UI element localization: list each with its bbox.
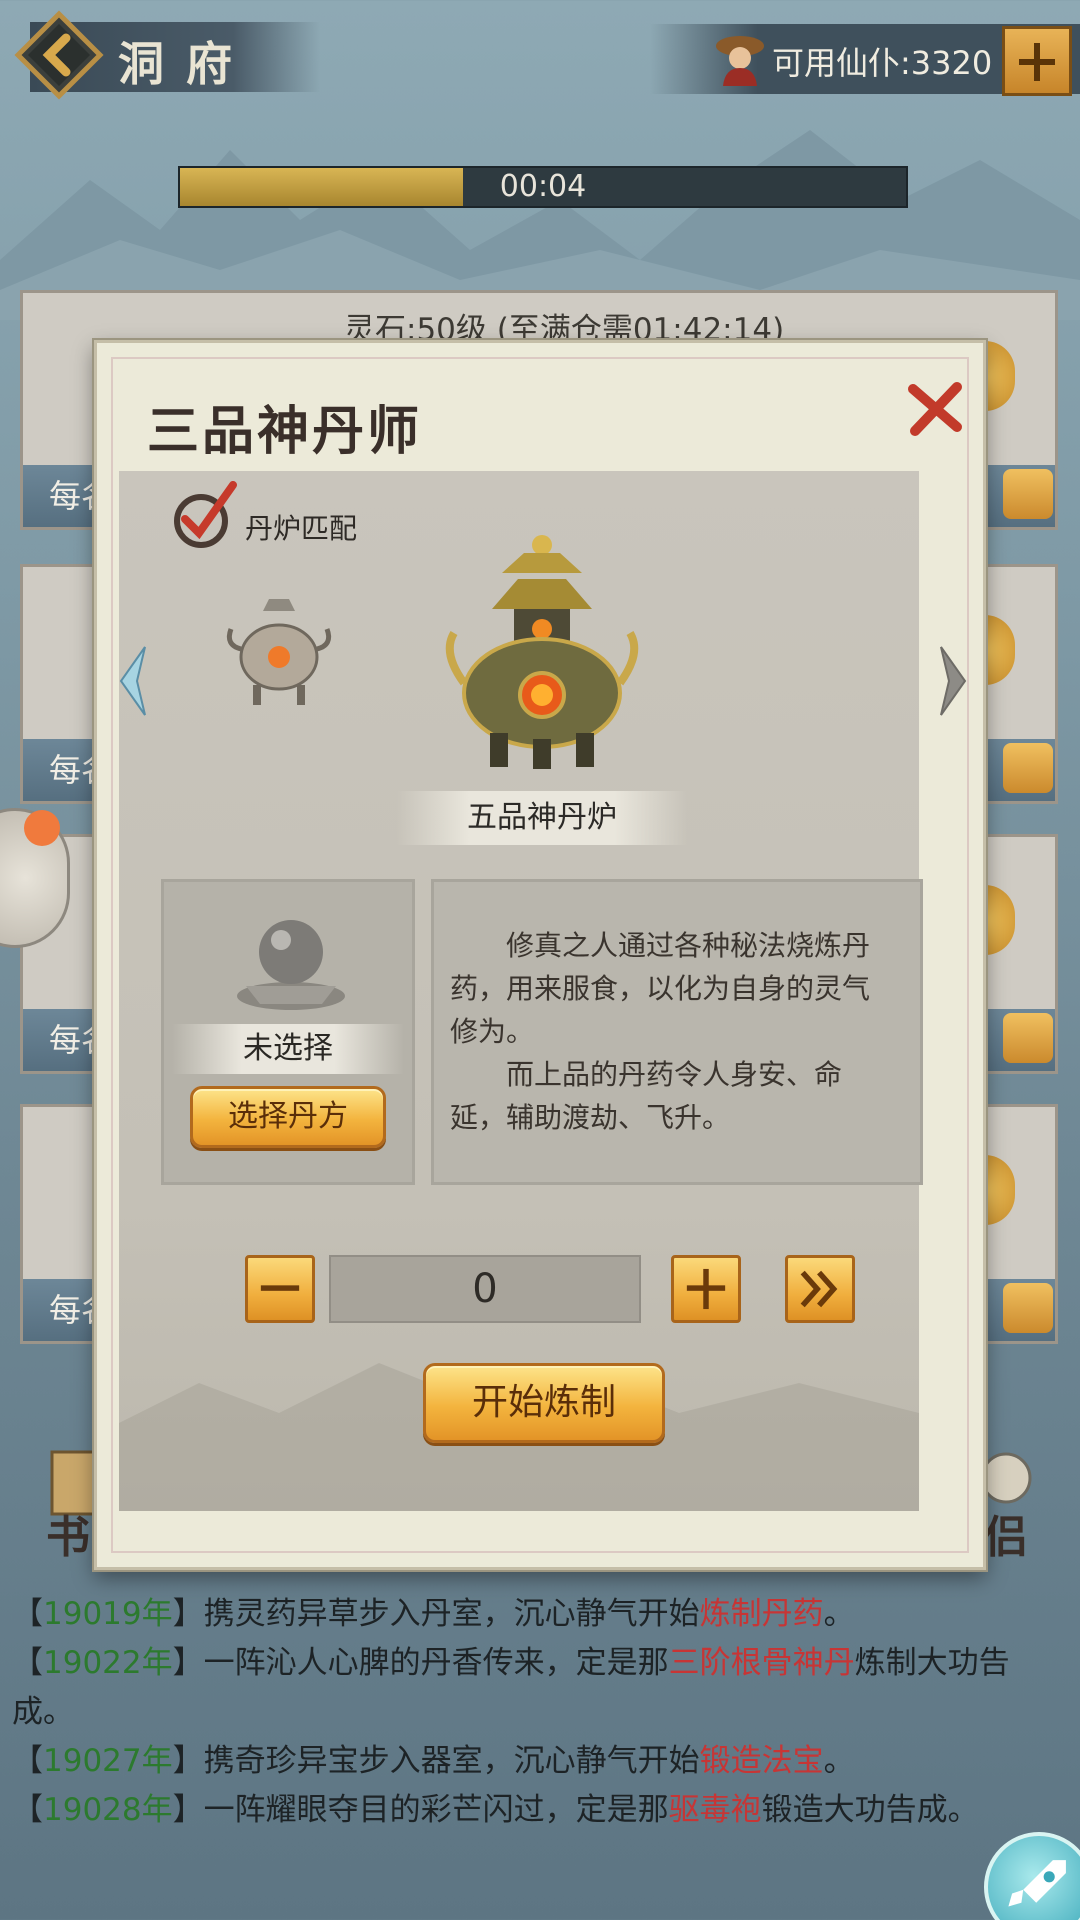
checkmark-icon <box>174 481 237 548</box>
log-year: 19022年 <box>43 1645 173 1681</box>
log-year: 19028年 <box>43 1792 173 1828</box>
notification-dot <box>24 810 60 846</box>
log-highlight: 锻造法宝 <box>699 1743 824 1779</box>
back-arrow-icon[interactable] <box>14 10 104 100</box>
alchemy-furnace-icon[interactable] <box>219 593 339 713</box>
alchemy-dialog: 三品神丹师 丹炉匹配 五品神丹炉 未选择 选择丹方 修真之人通过各种秘法烧炼丹药… <box>94 340 986 1570</box>
card-plus-button[interactable] <box>1003 1013 1053 1063</box>
timer-text: 00:04 <box>499 169 587 204</box>
side-right-label: 侣 <box>984 1512 1028 1558</box>
max-quantity-button[interactable] <box>785 1255 855 1323</box>
increase-button[interactable] <box>671 1255 741 1323</box>
previous-arrow-icon[interactable] <box>115 643 151 719</box>
card-plus-button[interactable] <box>1003 1283 1053 1333</box>
log-entry: 【19027年】携奇珍异宝步入器室，沉心静气开始锻造法宝。 <box>12 1743 855 1779</box>
quantity-field[interactable]: 0 <box>329 1255 641 1323</box>
event-log: 【19019年】携灵药异草步入丹室，沉心静气开始炼制丹药。 【19022年】一阵… <box>12 1590 1068 1835</box>
timer-progress-bar: 00:04 <box>178 166 908 208</box>
close-x-icon[interactable] <box>903 377 967 441</box>
log-year: 19027年 <box>43 1743 173 1779</box>
side-left-label: 书 <box>46 1512 90 1558</box>
recipe-panel: 未选择 选择丹方 <box>161 879 415 1185</box>
log-year: 19019年 <box>43 1596 173 1632</box>
recipe-status: 未选择 <box>172 1024 404 1074</box>
description-paragraph: 修真之人通过各种秘法烧炼丹药，用来服食，以化为自身的灵气修为。 <box>450 929 871 1048</box>
furnace-match-label: 丹炉匹配 <box>245 512 358 545</box>
card-plus-button[interactable] <box>1003 743 1053 793</box>
description-panel: 修真之人通过各种秘法烧炼丹药，用来服食，以化为自身的灵气修为。 而上品的丹药令人… <box>431 879 923 1185</box>
furnace-name: 五品神丹炉 <box>397 791 687 845</box>
add-servants-button[interactable] <box>1002 26 1072 96</box>
rocket-icon[interactable] <box>984 1832 1080 1920</box>
start-refining-button[interactable]: 开始炼制 <box>423 1363 665 1443</box>
pill-orb-icon <box>237 920 345 1010</box>
servants-count: 可用仙仆:3320 <box>772 44 993 82</box>
log-highlight: 三阶根骨神丹 <box>668 1645 855 1681</box>
log-highlight: 驱毒袍 <box>668 1792 762 1828</box>
log-highlight: 炼制丹药 <box>699 1596 824 1632</box>
page-title: 洞府 <box>118 37 254 91</box>
next-arrow-icon[interactable] <box>935 643 971 719</box>
select-recipe-button[interactable]: 选择丹方 <box>190 1086 386 1148</box>
log-entry: 【19022年】一阵沁人心脾的丹香传来，定是那三阶根骨神丹炼制大功告成。 <box>12 1645 1010 1730</box>
log-entry: 【19028年】一阵耀眼夺目的彩芒闪过，定是那驱毒袍锻造大功告成。 <box>12 1792 979 1828</box>
description-paragraph: 而上品的丹药令人身安、命延，辅助渡劫、飞升。 <box>450 1058 843 1134</box>
log-entry: 【19019年】携灵药异草步入丹室，沉心静气开始炼制丹药。 <box>12 1596 855 1632</box>
top-bar: 洞府 可用仙仆:3320 <box>0 0 1080 110</box>
alchemy-furnace-icon <box>445 535 639 769</box>
decrease-button[interactable] <box>245 1255 315 1323</box>
dialog-title: 三品神丹师 <box>147 401 423 462</box>
servant-avatar-icon <box>716 36 764 86</box>
card-plus-button[interactable] <box>1003 469 1053 519</box>
